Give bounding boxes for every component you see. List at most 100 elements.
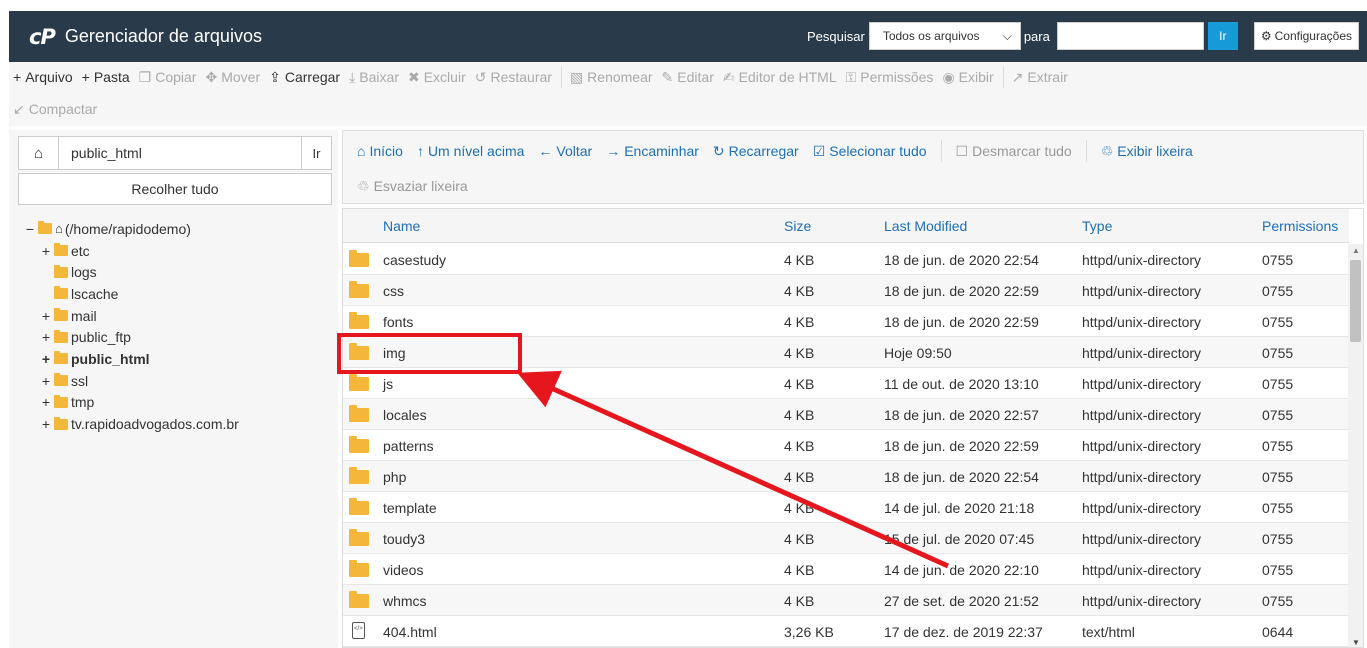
path-input[interactable]: public_html [59,145,301,161]
nav-encaminhar-button[interactable]: → Encaminhar [606,143,699,159]
toolbar-button-label: Arquivo [25,69,73,85]
toolbar-button-label: Permissões [860,69,934,85]
toolbar-compactar-button[interactable]: ↙ Compactar [13,101,102,118]
toolbar-permissoes-button[interactable]: ⚿ Permissões [846,69,939,86]
level-up-icon: ↑ [416,143,424,159]
file-permissions: 0755 [1262,345,1294,361]
toolbar-arquivo-button[interactable]: + Arquivo [13,69,78,85]
expand-icon[interactable]: + [40,416,52,432]
annotation-highlight-box [337,333,522,374]
toolbar-baixar-button[interactable]: ⤓ Baixar [349,69,404,86]
expand-icon[interactable]: + [40,373,52,389]
tree-item-public-ftp[interactable]: + public_ftp [24,326,329,348]
html-editor-icon: ✍ [722,68,735,85]
table-row[interactable]: php 4 KB 18 de jun. de 2020 22:54 httpd/uni… [343,461,1349,492]
nav-inicio-button[interactable]: ⌂ Início [357,143,403,159]
home-icon: ⌂ [55,221,63,237]
column-header-last-modified[interactable]: Last Modified [884,218,967,234]
move-icon: ✥ [205,68,218,85]
nav-desmarcar-tudo-button[interactable]: ☐ Desmarcar tudo [956,143,1072,160]
tree-item-etc[interactable]: + etc [24,240,329,262]
file-type: httpd/unix-directory [1082,376,1202,392]
table-row[interactable]: toudy3 4 KB 15 de jul. de 2020 07:45 httpd/… [343,523,1349,554]
table-row[interactable]: 404.html 3,26 KB 17 de dez. de 2019 22:37 t… [343,616,1349,647]
folder-icon [349,405,369,422]
nav-button-label: Início [369,143,403,159]
file-name: fonts [383,314,414,330]
table-row[interactable]: casestudy 4 KB 18 de jun. de 2020 22:54 htt… [343,244,1349,275]
nav-button-label: Um nível acima [427,143,525,159]
toolbar-pasta-button[interactable]: + Pasta [82,69,135,85]
file-permissions: 0755 [1262,314,1294,330]
tree-item-logs[interactable]: logs [24,261,329,283]
toolbar-carregar-button[interactable]: ⇪ Carregar [269,69,345,86]
column-header-type[interactable]: Type [1082,218,1112,234]
tree-item-home-rapidodemo[interactable]: − ⌂ (/home/rapidodemo) [24,218,329,240]
nav-voltar-button[interactable]: ← Voltar [538,143,592,159]
scroll-up-icon[interactable]: ▲ [1352,246,1360,255]
expand-icon[interactable]: + [40,329,52,345]
collapse-all-button[interactable]: Recolher tudo [18,173,332,205]
file-size: 4 KB [784,345,815,361]
tree-item-lscache[interactable]: lscache [24,283,329,305]
tree-item-label: public_ftp [71,329,131,346]
nav-recarregar-button[interactable]: ↻ Recarregar [713,143,799,160]
file-size: 3,26 KB [784,624,834,640]
toolbar-mover-button[interactable]: ✥ Mover [205,69,265,86]
table-row[interactable]: patterns 4 KB 18 de jun. de 2020 22:59 http… [343,430,1349,461]
expand-icon[interactable]: + [40,308,52,324]
toolbar-copiar-button[interactable]: ❐ Copiar [139,69,202,86]
nav-button-label: Voltar [556,143,593,159]
toolbar-button-label: Editar [677,69,714,85]
toolbar-renomear-button[interactable]: ▧ Renomear [570,69,658,86]
logo[interactable]: cP Gerenciador de arquivos [29,25,262,49]
delete-icon: ✖ [407,68,420,85]
collapse-icon[interactable]: − [24,221,36,237]
expand-icon[interactable]: + [40,394,52,410]
table-row[interactable]: whmcs 4 KB 27 de set. de 2020 21:52 httpd/u… [343,585,1349,616]
table-row[interactable]: css 4 KB 18 de jun. de 2020 22:59 httpd/uni… [343,275,1349,306]
toolbar-exibir-button[interactable]: ◉ Exibir [942,69,998,86]
tree-item-mail[interactable]: + mail [24,305,329,327]
path-bar: ⌂ public_html Ir [18,136,332,170]
table-row[interactable]: template 4 KB 14 de jul. de 2020 21:18 http… [343,492,1349,523]
toolbar-editar-button[interactable]: ✎ Editar [662,69,719,86]
tree-item-tmp[interactable]: + tmp [24,392,329,414]
search-label: Pesquisar [807,28,865,44]
column-header-permissions[interactable]: Permissions [1262,218,1338,234]
search-go-button[interactable]: Ir [1207,22,1238,50]
pencil-icon: ✎ [661,68,674,85]
file-permissions: 0755 [1262,438,1294,454]
file-type: httpd/unix-directory [1082,593,1202,609]
toolbar-restaurar-button[interactable]: ↺ Restaurar [475,69,557,86]
file-name: patterns [383,438,434,454]
folder-icon [349,591,369,608]
home-icon[interactable]: ⌂ [19,137,59,169]
tree-item-tv-rapidoadvogados-com-br[interactable]: + tv.rapidoadvogados.com.br [24,413,329,435]
scroll-down-icon[interactable]: ▼ [1352,638,1360,647]
vertical-scrollbar[interactable]: ▲ ▼ [1348,244,1363,647]
scroll-thumb[interactable] [1350,260,1361,342]
nav-separator [1085,140,1087,162]
path-go-button[interactable]: Ir [301,137,331,169]
toolbar-extrair-button[interactable]: ↗ Extrair [1012,69,1073,86]
toolbar-editor-de-html-button[interactable]: ✍ Editor de HTML [723,69,842,86]
column-header-size[interactable]: Size [784,218,811,234]
table-row[interactable]: videos 4 KB 14 de jun. de 2020 22:10 httpd/… [343,554,1349,585]
expand-icon[interactable]: + [40,351,52,367]
tree-item-label: tmp [71,394,95,411]
column-header-name[interactable]: Name [383,218,420,234]
tree-item-public-html[interactable]: + public_html [24,348,329,370]
tree-item-ssl[interactable]: + ssl [24,370,329,392]
table-row[interactable]: locales 4 KB 18 de jun. de 2020 22:57 httpd… [343,399,1349,430]
search-scope-select[interactable]: Todos os arquivos ⌵ [868,22,1021,50]
nav-exibir-lixeira-button[interactable]: ♲ Exibir lixeira [1101,143,1193,160]
search-input[interactable] [1056,22,1204,50]
nav-um-nivel-acima-button[interactable]: ↑ Um nível acima [417,143,524,159]
expand-icon[interactable]: + [40,243,52,259]
settings-button[interactable]: ⚙ Configurações [1253,22,1359,50]
file-list-panel: ⌂ Início ↑ Um nível acima ← Voltar → Encaminhar… [342,130,1367,648]
nav-esvaziar-lixeira-button[interactable]: ♲ Esvaziar lixeira [357,178,468,195]
nav-selecionar-tudo-button[interactable]: ☑ Selecionar tudo [813,143,927,160]
toolbar-excluir-button[interactable]: ✖ Excluir [408,69,471,86]
